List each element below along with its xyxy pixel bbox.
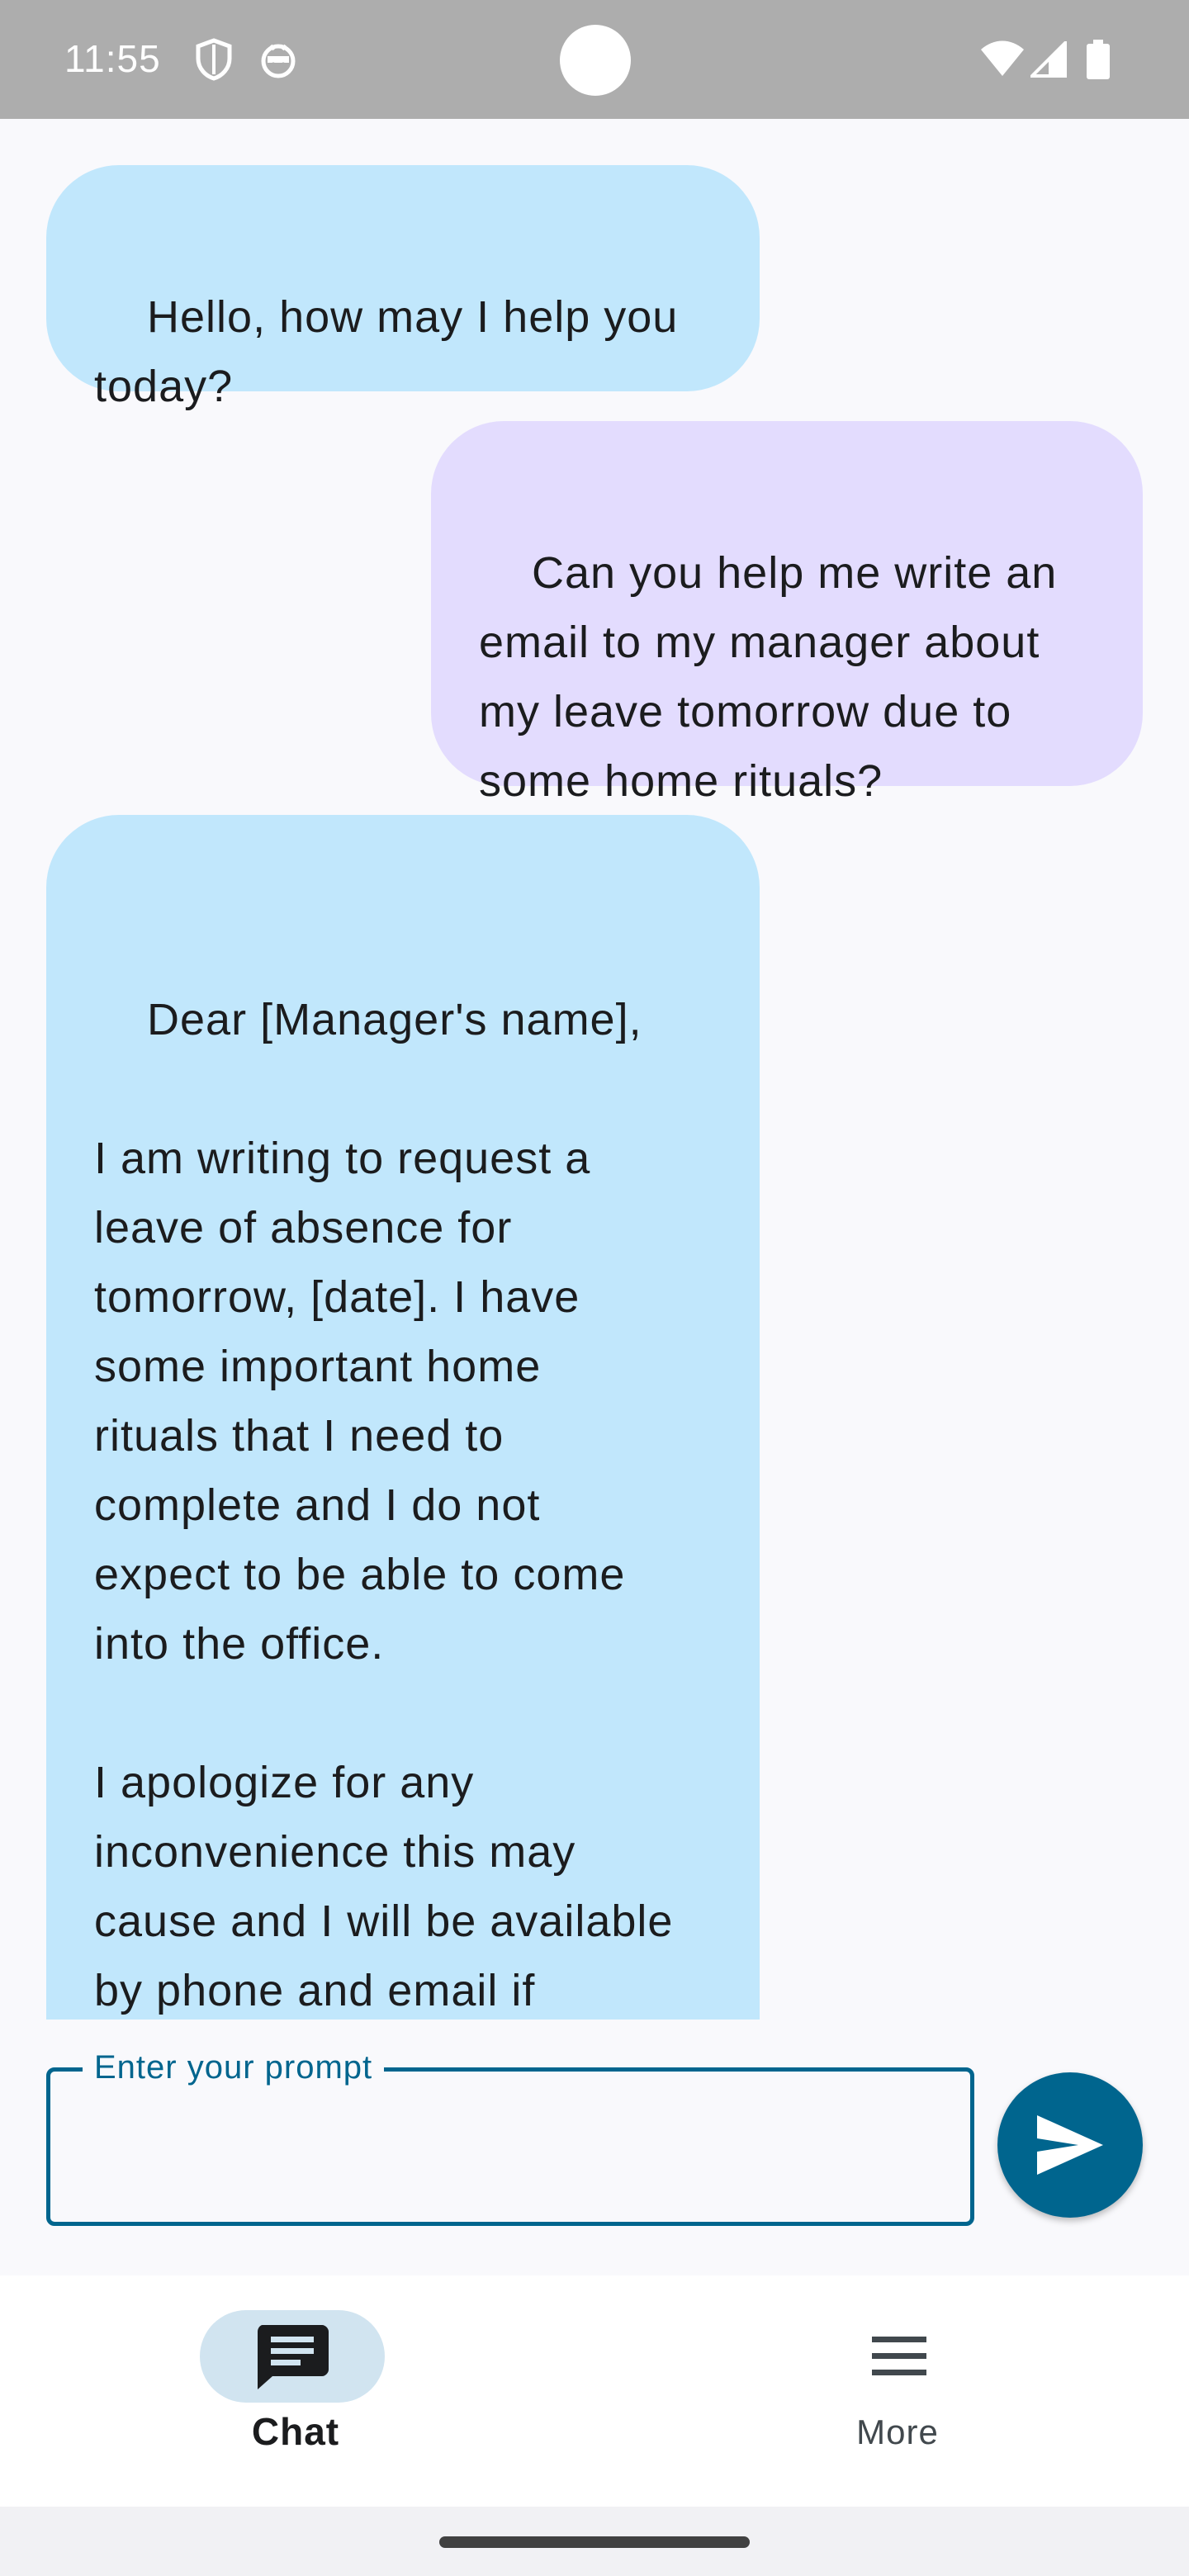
message-text: Dear [Manager's name], I am writing to r… — [94, 995, 674, 2015]
nav-label-more: More — [856, 2413, 939, 2451]
message-text: Hello, how may I help you today? — [94, 292, 679, 411]
nav-item-chat[interactable]: Chat — [0, 2275, 594, 2507]
bottom-navigation: Chat More — [0, 2275, 1189, 2507]
signal-icon — [1028, 39, 1067, 84]
chat-message-list[interactable]: Hello, how may I help you today? Can you… — [0, 119, 1189, 2020]
chat-icon — [258, 2325, 329, 2389]
nav-label-chat: Chat — [251, 2410, 340, 2453]
battery-icon — [1087, 40, 1110, 83]
android-face-icon — [259, 38, 297, 81]
send-icon — [1037, 2115, 1103, 2175]
user-message-bubble: Can you help me write an email to my man… — [431, 421, 1143, 806]
camera-cutout — [560, 25, 631, 96]
menu-icon — [872, 2337, 926, 2375]
model-message-bubble: Dear [Manager's name], I am writing to r… — [46, 815, 760, 2020]
status-bar: 11:55 — [0, 0, 1189, 119]
wifi-icon — [979, 40, 1026, 83]
nav-item-more[interactable]: More — [594, 2275, 1189, 2507]
message-text: Can you help me write an email to my man… — [479, 548, 1058, 806]
home-gesture-bar[interactable] — [439, 2536, 750, 2548]
prompt-input[interactable] — [46, 2067, 974, 2226]
prompt-input-label: Enter your prompt — [83, 2048, 385, 2087]
send-button[interactable] — [997, 2072, 1143, 2218]
shield-icon — [195, 38, 233, 81]
model-message-bubble: Hello, how may I help you today? — [46, 165, 760, 411]
status-time: 11:55 — [64, 37, 161, 80]
gesture-navigation-area — [0, 2507, 1189, 2576]
